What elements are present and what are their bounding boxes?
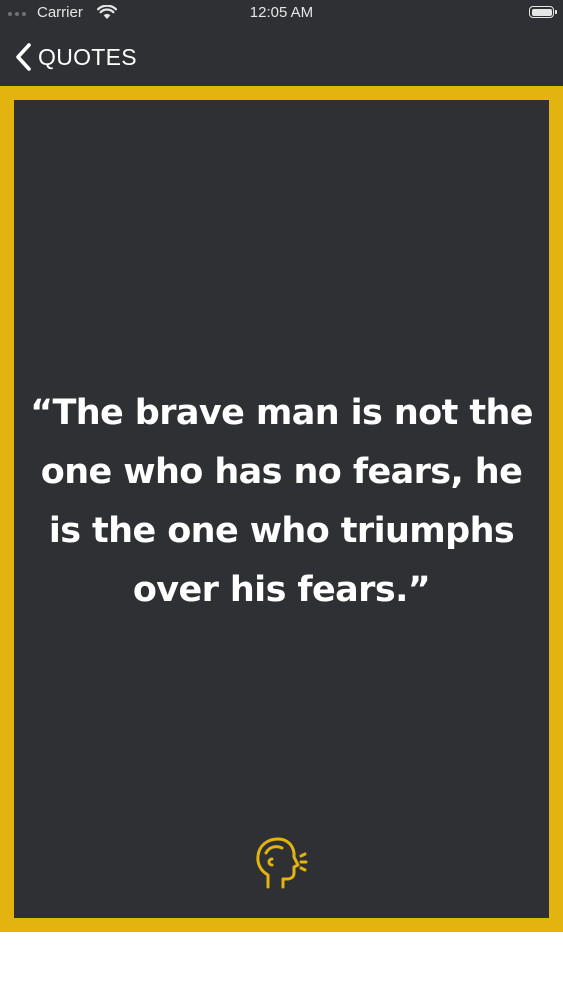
back-button[interactable]: QUOTES	[14, 42, 137, 72]
quote-card: “The brave man is not the one who has no…	[0, 86, 563, 932]
chevron-left-icon	[16, 43, 31, 71]
quote-text: “The brave man is not the one who has no…	[30, 393, 533, 610]
speaking-head-icon	[256, 837, 308, 889]
status-time: 12:05 AM	[249, 4, 314, 21]
app-screen: Carrier 12:05 AM QUOTES “The brave man i…	[0, 0, 563, 932]
status-bar: Carrier 12:05 AM	[0, 0, 563, 28]
battery-icon	[529, 6, 557, 18]
back-button-label: QUOTES	[38, 43, 137, 70]
navigation-bar: QUOTES	[0, 28, 563, 86]
